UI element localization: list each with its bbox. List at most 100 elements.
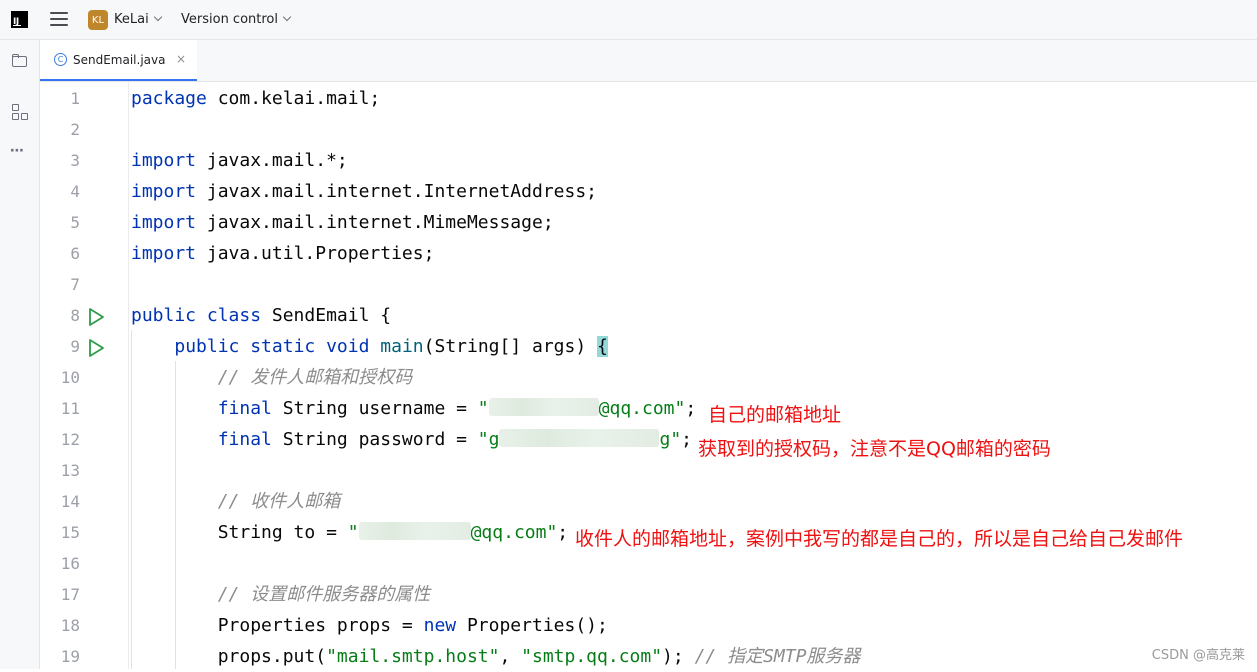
code-line[interactable]: 17 // 设置邮件服务器的属性: [40, 579, 1257, 610]
line-number: 11: [60, 399, 80, 418]
keyword-token: public static void: [174, 336, 370, 357]
code-line[interactable]: 19 props.put("mail.smtp.host", "smtp.qq.…: [40, 641, 1257, 672]
keyword-token: package: [131, 88, 207, 109]
code-line[interactable]: 11 final String username = " @qq.com";: [40, 393, 1257, 424]
line-number: 12: [60, 430, 80, 449]
code-line[interactable]: 10 // 发件人邮箱和授权码: [40, 362, 1257, 393]
string-token: ": [347, 522, 359, 543]
chevron-down-icon: [153, 12, 162, 22]
code-text: package com.kelai.mail;: [131, 83, 380, 114]
code-text: // 收件人邮箱: [131, 486, 341, 517]
project-name: KeLai: [114, 12, 149, 27]
code-line[interactable]: 16: [40, 548, 1257, 579]
code-text: final String username = " @qq.com";: [131, 393, 696, 424]
code-text: public class SendEmail {: [131, 300, 391, 331]
string-token: @qq.com": [470, 522, 558, 543]
code-line[interactable]: 8 public class SendEmail {: [40, 300, 1257, 331]
code-token: ;: [681, 429, 693, 450]
keyword-token: import: [131, 212, 197, 233]
string-token: ": [477, 398, 489, 419]
tab-sendemail-java[interactable]: C SendEmail.java ×: [40, 40, 197, 81]
string-token: @qq.com": [598, 398, 686, 419]
line-number: 7: [70, 275, 80, 294]
redacted-text: [358, 522, 471, 540]
annotation-recipient: 收件人的邮箱地址，案例中我写的都是自己的，所以是自己给自己发邮件: [575, 528, 1184, 550]
comment-token: // 收件人邮箱: [217, 491, 341, 512]
line-number: 19: [60, 647, 80, 666]
code-token: ;: [557, 522, 569, 543]
code-token: SendEmail {: [261, 305, 392, 326]
code-editor[interactable]: 1 package com.kelai.mail; 2 3 import javax.m…: [40, 82, 1257, 669]
project-selector[interactable]: KeLai: [114, 12, 162, 27]
project-folder-icon[interactable]: [10, 52, 30, 72]
line-number: 2: [70, 120, 80, 139]
code-line[interactable]: 14 // 收件人邮箱: [40, 486, 1257, 517]
chevron-down-icon: [282, 12, 292, 22]
intellij-logo-icon[interactable]: IJ: [11, 11, 28, 28]
line-number: 16: [60, 554, 80, 573]
keyword-token: final: [217, 398, 272, 419]
keyword-token: import: [131, 243, 197, 264]
editor-tab-bar: C SendEmail.java ×: [40, 40, 1257, 82]
string-token: "g: [477, 429, 500, 450]
code-token: props.put(: [131, 646, 327, 667]
line-number: 6: [70, 244, 80, 263]
code-line[interactable]: 9 public static void main(String[] args)…: [40, 331, 1257, 362]
run-gutter-icon[interactable]: [86, 306, 106, 326]
code-text: import java.util.Properties;: [131, 238, 434, 269]
structure-icon[interactable]: [10, 102, 30, 122]
code-line[interactable]: 18 Properties props = new Properties();: [40, 610, 1257, 641]
code-line[interactable]: 7: [40, 269, 1257, 300]
main-menu-icon[interactable]: [50, 12, 68, 28]
code-line[interactable]: 12 final String password = "g g";: [40, 424, 1257, 455]
project-badge[interactable]: KL: [88, 10, 108, 30]
annotation-password: 获取到的授权码，注意不是QQ邮箱的密码: [698, 438, 1051, 460]
code-text: final String password = "g g";: [131, 424, 692, 455]
close-tab-icon[interactable]: ×: [176, 52, 186, 66]
code-token: com.kelai.mail;: [206, 88, 381, 109]
line-number: 10: [60, 368, 80, 387]
code-token: Properties();: [456, 615, 608, 636]
comment-token: // 发件人邮箱和授权码: [217, 367, 413, 388]
line-number: 8: [70, 306, 80, 325]
annotation-username: 自己的邮箱地址: [708, 404, 842, 426]
string-token: "smtp.qq.com": [521, 646, 663, 667]
code-line[interactable]: 2: [40, 114, 1257, 145]
code-line[interactable]: 4 import javax.mail.internet.InternetAddr…: [40, 176, 1257, 207]
code-text: import javax.mail.internet.MimeMessage;: [131, 207, 554, 238]
code-token: String password =: [271, 429, 478, 450]
keyword-token: import: [131, 150, 197, 171]
keyword-token: new: [423, 615, 457, 636]
matched-brace: {: [597, 336, 608, 357]
string-token: g": [659, 429, 682, 450]
code-token: Properties props =: [131, 615, 424, 636]
code-token: (String[] args): [423, 336, 598, 357]
code-text: import javax.mail.internet.InternetAddre…: [131, 176, 597, 207]
code-line[interactable]: 5 import javax.mail.internet.MimeMessage;: [40, 207, 1257, 238]
code-token: java.util.Properties;: [196, 243, 435, 264]
code-text: // 发件人邮箱和授权码: [131, 362, 413, 393]
line-number: 17: [60, 585, 80, 604]
line-number: 4: [70, 182, 80, 201]
version-control-menu[interactable]: Version control: [181, 12, 292, 27]
java-class-icon: C: [54, 53, 67, 66]
more-tools-icon[interactable]: ⋯: [10, 143, 30, 163]
line-number: 9: [70, 337, 80, 356]
code-line[interactable]: 13: [40, 455, 1257, 486]
code-line[interactable]: 6 import java.util.Properties;: [40, 238, 1257, 269]
code-token: );: [662, 646, 695, 667]
string-token: "mail.smtp.host": [326, 646, 500, 667]
line-number: 13: [60, 461, 80, 480]
code-line[interactable]: 3 import javax.mail.*;: [40, 145, 1257, 176]
code-text: props.put("mail.smtp.host", "smtp.qq.com…: [131, 641, 861, 672]
tool-window-strip: ⋯: [0, 40, 40, 669]
code-token: ,: [499, 646, 522, 667]
redacted-text: [499, 429, 660, 447]
code-line[interactable]: 1 package com.kelai.mail;: [40, 83, 1257, 114]
code-token: ;: [685, 398, 697, 419]
run-gutter-icon[interactable]: [86, 337, 106, 357]
line-number: 5: [70, 213, 80, 232]
line-number: 1: [70, 89, 80, 108]
